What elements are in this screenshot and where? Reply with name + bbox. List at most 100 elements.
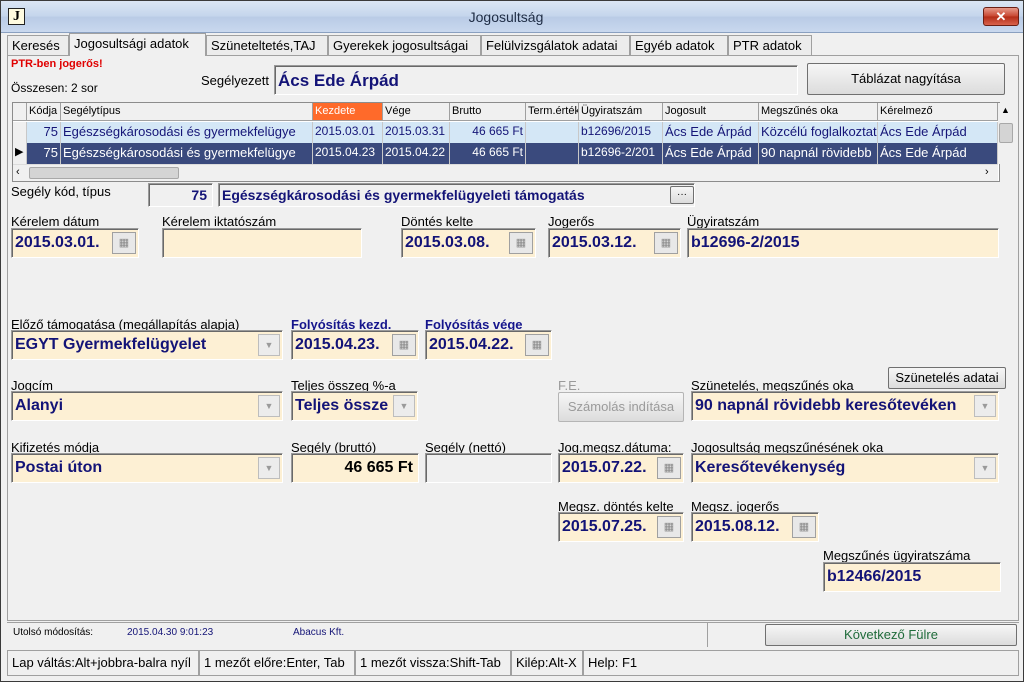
col-header-term-value[interactable]: Term.érték <box>526 103 579 121</box>
last-modified-bar: Utolsó módosítás: 2015.04.30 9:01:23 Aba… <box>7 622 1019 648</box>
enlarge-table-button[interactable]: Táblázat nagyítása <box>807 63 1005 95</box>
table-cell: 75 <box>27 143 61 164</box>
col-header-entitled[interactable]: Jogosult <box>663 103 759 121</box>
main-window: J Jogosultság ✕ Keresés Jogosultsági ada… <box>0 0 1024 682</box>
decision-date-field[interactable]: 2015.03.08. ▦ <box>401 228 536 258</box>
col-header-end[interactable]: Vége <box>383 103 450 121</box>
scroll-up-icon[interactable]: ▲ <box>1001 105 1010 115</box>
table-cell: Közcélú foglalkoztat <box>759 122 878 143</box>
chevron-down-icon[interactable]: ▼ <box>258 395 280 417</box>
tab-reviews[interactable]: Felülvizsgálatok adatai <box>481 35 630 55</box>
tab-suspension-taj[interactable]: Szüneteltetés,TAJ <box>206 35 328 55</box>
final-label: Jogerős <box>548 214 595 229</box>
status-tab-switch: Lap váltás:Alt+jobbra-balra nyíl <box>7 650 199 676</box>
table-cell: b12696/2015 <box>579 122 663 143</box>
previous-support-select[interactable]: EGYT Gyermekfelügyelet ▼ <box>11 330 283 360</box>
table-cell: 2015.04.22 <box>383 143 450 164</box>
last-modified-by: Abacus Kft. <box>293 627 345 638</box>
table-cell: 90 napnál rövidebb <box>759 143 878 164</box>
request-date-value: 2015.03.01. <box>15 234 100 251</box>
legal-title-value: Alanyi <box>15 397 64 414</box>
termination-decision-field[interactable]: 2015.07.25. ▦ <box>558 512 684 542</box>
col-header-termination-reason[interactable]: Megszűnés oka <box>759 103 878 121</box>
table-cell: b12696-2/201 <box>579 143 663 164</box>
status-exit: Kilép:Alt-X <box>511 650 583 676</box>
request-filing-field[interactable] <box>162 228 362 258</box>
col-header-gross[interactable]: Brutto <box>450 103 526 121</box>
chevron-down-icon[interactable]: ▼ <box>258 457 280 479</box>
termination-date-field[interactable]: 2015.07.22. ▦ <box>558 453 684 483</box>
chevron-down-icon[interactable]: ▼ <box>258 334 280 356</box>
final-date-field[interactable]: 2015.03.12. ▦ <box>548 228 681 258</box>
scroll-right-icon[interactable]: › <box>985 166 989 178</box>
row-indicator-header <box>13 103 27 121</box>
calendar-icon[interactable]: ▦ <box>525 334 549 356</box>
tab-search[interactable]: Keresés <box>7 35 69 55</box>
tab-content: PTR-ben jogerős! Összesen: 2 sor Segélye… <box>7 55 1019 621</box>
tab-ptr-data[interactable]: PTR adatok <box>728 35 812 55</box>
gross-field[interactable]: 46 665 Ft <box>291 453 419 483</box>
aid-type-lookup-button[interactable]: ··· <box>670 186 694 204</box>
legal-title-select[interactable]: Alanyi ▼ <box>11 391 283 421</box>
col-header-start[interactable]: Kezdete <box>313 103 383 121</box>
suspension-reason-value: 90 napnál rövidebb keresőtevéken <box>695 397 957 414</box>
horizontal-scroll-thumb[interactable] <box>29 167 179 179</box>
calendar-icon[interactable]: ▦ <box>657 516 681 538</box>
col-header-code[interactable]: Kódja <box>27 103 61 121</box>
table-vertical-scrollbar[interactable]: ▲ <box>998 103 1014 164</box>
table-cell: 46 665 Ft <box>450 122 526 143</box>
table-cell: Ács Ede Árpád <box>878 122 998 143</box>
payment-method-select[interactable]: Postai úton ▼ <box>11 453 283 483</box>
entitlements-table[interactable]: Kódja Segélytípus Kezdete Vége Brutto Te… <box>12 102 1014 182</box>
fe-label: F.E. <box>558 378 581 393</box>
scroll-left-icon[interactable]: ‹ <box>16 166 20 178</box>
aid-code-field[interactable]: 75 <box>148 183 213 207</box>
termination-case-field[interactable]: b12466/2015 <box>823 562 1001 592</box>
calendar-icon[interactable]: ▦ <box>657 457 681 479</box>
net-field[interactable] <box>425 453 552 483</box>
decision-date-value: 2015.03.08. <box>405 234 490 251</box>
table-cell: Egészségkárosodási és gyermekfelügye <box>61 143 313 164</box>
calendar-icon[interactable]: ▦ <box>392 334 416 356</box>
termination-final-field[interactable]: 2015.08.12. ▦ <box>691 512 819 542</box>
suspension-reason-select[interactable]: 90 napnál rövidebb keresőtevéken ▼ <box>691 391 999 421</box>
previous-support-value: EGYT Gyermekfelügyelet <box>15 336 207 353</box>
table-cell: 46 665 Ft <box>450 143 526 164</box>
tab-entitlement-data[interactable]: Jogosultsági adatok <box>69 33 206 56</box>
table-row[interactable]: 75 Egészségkárosodási és gyermekfelügye … <box>13 122 998 143</box>
full-amount-select[interactable]: Teljes össze ▼ <box>291 391 418 421</box>
calendar-icon[interactable]: ▦ <box>654 232 678 254</box>
request-date-field[interactable]: 2015.03.01. ▦ <box>11 228 139 258</box>
table-horizontal-scrollbar[interactable]: ‹ › <box>13 164 998 181</box>
calculate-button[interactable]: Számolás indítása <box>558 392 684 422</box>
calendar-icon[interactable]: ▦ <box>509 232 533 254</box>
close-button[interactable]: ✕ <box>983 7 1019 26</box>
table-cell <box>526 122 579 143</box>
termination-reason-select[interactable]: Keresőtevékenység ▼ <box>691 453 999 483</box>
table-cell: 2015.03.01 <box>313 122 383 143</box>
col-header-aid-type[interactable]: Segélytípus <box>61 103 313 121</box>
tab-other-data[interactable]: Egyéb adatok <box>630 35 728 55</box>
suspension-data-button[interactable]: Szünetelés adatai <box>888 367 1006 389</box>
next-tab-button[interactable]: Következő Fülre <box>765 624 1017 646</box>
chevron-down-icon[interactable]: ▼ <box>974 395 996 417</box>
case-no-field[interactable]: b12696-2/2015 <box>687 228 999 258</box>
col-header-case-no[interactable]: Ügyiratszám <box>579 103 663 121</box>
chevron-down-icon[interactable]: ▼ <box>974 457 996 479</box>
table-cell: 75 <box>27 122 61 143</box>
vertical-scroll-thumb[interactable] <box>999 123 1013 143</box>
payment-start-field[interactable]: 2015.04.23. ▦ <box>291 330 419 360</box>
payment-end-field[interactable]: 2015.04.22. ▦ <box>425 330 552 360</box>
total-rows: Összesen: 2 sor <box>11 81 98 95</box>
table-cell: Ács Ede Árpád <box>663 143 759 164</box>
recipient-field[interactable]: Ács Ede Árpád <box>274 65 798 95</box>
decision-date-label: Döntés kelte <box>401 214 474 229</box>
table-row-selected[interactable]: ▶ 75 Egészségkárosodási és gyermekfelügy… <box>13 143 998 164</box>
calendar-icon[interactable]: ▦ <box>112 232 136 254</box>
chevron-down-icon[interactable]: ▼ <box>393 395 415 417</box>
tab-children-entitlements[interactable]: Gyerekek jogosultságai <box>328 35 481 55</box>
aid-type-field[interactable]: Egészségkárosodási és gyermekfelügyeleti… <box>218 183 695 207</box>
termination-final-value: 2015.08.12. <box>695 518 780 535</box>
calendar-icon[interactable]: ▦ <box>792 516 816 538</box>
col-header-applicant[interactable]: Kérelmező <box>878 103 998 121</box>
